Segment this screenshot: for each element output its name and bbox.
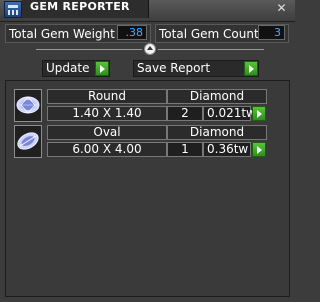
save-report-go-icon[interactable] xyxy=(244,61,258,76)
save-report-button-label: Save Report xyxy=(137,61,211,75)
update-go-icon[interactable] xyxy=(95,61,109,76)
divider-right xyxy=(158,49,264,50)
title-bar: GEM REPORTER ✕ xyxy=(0,0,295,22)
total-count-value: 3 xyxy=(258,25,285,40)
gem-row: Oval Diamond 6.00 X 4.00 1 0.36tw xyxy=(14,125,279,159)
gem-row-go-icon[interactable] xyxy=(252,142,266,157)
gem-size: 6.00 X 4.00 xyxy=(47,142,167,157)
gem-count: 2 xyxy=(167,106,203,121)
round-gem-icon xyxy=(14,89,42,122)
close-button[interactable]: ✕ xyxy=(275,2,288,15)
update-button[interactable]: Update xyxy=(42,60,110,77)
total-weight-label: Total Gem Weight xyxy=(9,27,115,41)
oval-gem-icon xyxy=(14,125,42,158)
gem-shape: Round xyxy=(47,89,167,104)
gem-type: Diamond xyxy=(167,125,267,140)
gem-reporter-app-icon xyxy=(4,1,22,18)
save-report-button[interactable]: Save Report xyxy=(133,60,259,77)
gem-size: 1.40 X 1.40 xyxy=(47,106,167,121)
gem-row: Round Diamond 1.40 X 1.40 2 0.021tw xyxy=(14,89,279,123)
collapse-toggle-icon[interactable] xyxy=(144,43,156,55)
total-count-label: Total Gem Count xyxy=(159,27,259,41)
total-weight-value: .38 xyxy=(117,25,147,40)
gem-weight: 0.021tw xyxy=(203,106,256,121)
gem-row-go-icon[interactable] xyxy=(252,106,266,121)
gem-weight: 0.36tw xyxy=(203,142,251,157)
gem-count: 1 xyxy=(167,142,203,157)
gem-list-panel: Round Diamond 1.40 X 1.40 2 0.021tw Oval… xyxy=(5,80,290,297)
update-button-label: Update xyxy=(46,61,90,75)
divider-left xyxy=(36,49,142,50)
gem-type: Diamond xyxy=(167,89,267,104)
gem-shape: Oval xyxy=(47,125,167,140)
window-title: GEM REPORTER xyxy=(30,0,130,13)
